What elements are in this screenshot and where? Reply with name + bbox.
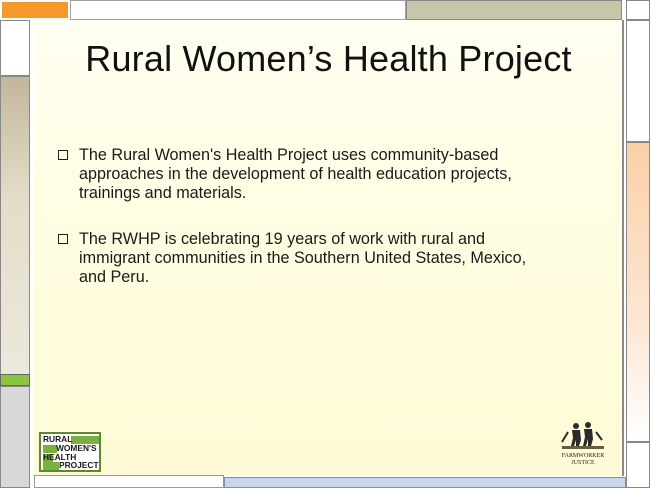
slide-divider-line xyxy=(622,20,624,476)
frame-block-top-right xyxy=(626,0,650,20)
slide-title: Rural Women’s Health Project xyxy=(85,38,572,79)
frame-block-top-tan xyxy=(406,0,622,20)
bullet-item: The Rural Women's Health Project uses co… xyxy=(57,146,547,203)
frame-block-bottom-blue xyxy=(224,477,626,488)
logo-text: JUSTICE xyxy=(571,460,595,466)
frame-block-bottom-white xyxy=(34,475,224,488)
square-bullet-icon xyxy=(58,234,68,244)
frame-block-top-white xyxy=(70,0,406,20)
frame-block-left-tan xyxy=(0,76,30,376)
logo-band xyxy=(43,462,59,470)
bullet-text: The Rural Women's Health Project uses co… xyxy=(79,146,512,202)
frame-block-left-white xyxy=(0,20,30,76)
logo-text: FARMWORKER xyxy=(561,453,605,459)
frame-block-right-peach xyxy=(626,142,650,442)
bullet-item: The RWHP is celebrating 19 years of work… xyxy=(57,230,547,287)
bullet-list: The Rural Women's Health Project uses co… xyxy=(57,146,547,314)
farmworker-figures-icon xyxy=(561,422,604,449)
bullet-text: The RWHP is celebrating 19 years of work… xyxy=(79,230,527,286)
frame-block-left-green xyxy=(0,374,30,386)
square-bullet-icon xyxy=(58,150,68,160)
frame-block-right-white xyxy=(626,20,650,142)
farmworker-justice-logo: FARMWORKER JUSTICE xyxy=(558,420,608,468)
logo-text: PROJECT xyxy=(59,460,99,470)
frame-block-right-bottom xyxy=(626,442,650,488)
frame-block-top-orange xyxy=(0,0,70,20)
frame-block-left-gray xyxy=(0,386,30,488)
rwhp-logo: RURAL WOMEN'S HEALTH PROJECT xyxy=(39,432,101,472)
